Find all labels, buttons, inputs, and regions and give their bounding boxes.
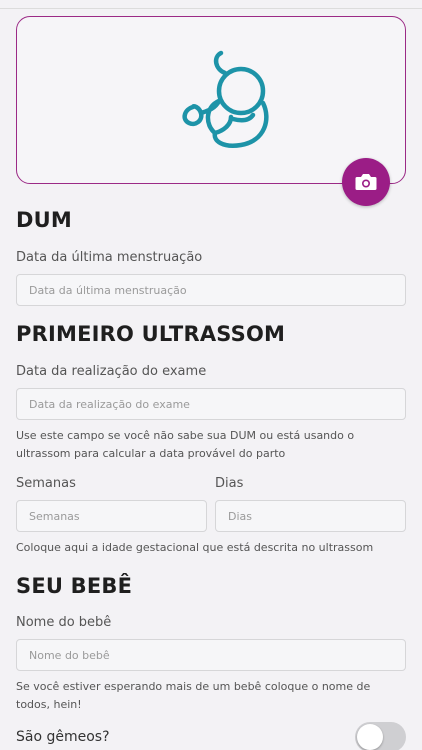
toggle-knob xyxy=(357,724,383,750)
exam-date-input[interactable]: Data da realização do exame xyxy=(16,388,406,420)
top-divider xyxy=(0,8,422,9)
days-input[interactable]: Dias xyxy=(215,500,406,532)
exam-date-help: Use este campo se você não sabe sua DUM … xyxy=(16,429,355,460)
baby-section-title: SEU BEBÊ xyxy=(16,574,133,598)
baby-name-input[interactable]: Nome do bebê xyxy=(16,639,406,671)
dum-section-title: DUM xyxy=(16,208,72,232)
camera-button[interactable] xyxy=(342,158,390,206)
exam-date-label: Data da realização do exame xyxy=(16,364,207,379)
weeks-label: Semanas xyxy=(16,476,76,491)
fetus-icon xyxy=(182,50,269,148)
dum-input[interactable]: Data da última menstruação xyxy=(16,274,406,306)
baby-photo-area[interactable] xyxy=(16,16,406,184)
twins-label: São gêmeos? xyxy=(16,729,110,745)
camera-icon xyxy=(355,174,377,190)
ultrasound-section-title: PRIMEIRO ULTRASSOM xyxy=(16,322,286,346)
twins-toggle[interactable] xyxy=(355,722,406,750)
days-label: Dias xyxy=(215,476,244,491)
gestational-age-help: Coloque aqui a idade gestacional que est… xyxy=(16,541,374,554)
baby-name-help: Se você estiver esperando mais de um beb… xyxy=(16,680,371,711)
baby-name-label: Nome do bebê xyxy=(16,615,112,630)
dum-label: Data da última menstruação xyxy=(16,250,203,265)
weeks-input[interactable]: Semanas xyxy=(16,500,207,532)
